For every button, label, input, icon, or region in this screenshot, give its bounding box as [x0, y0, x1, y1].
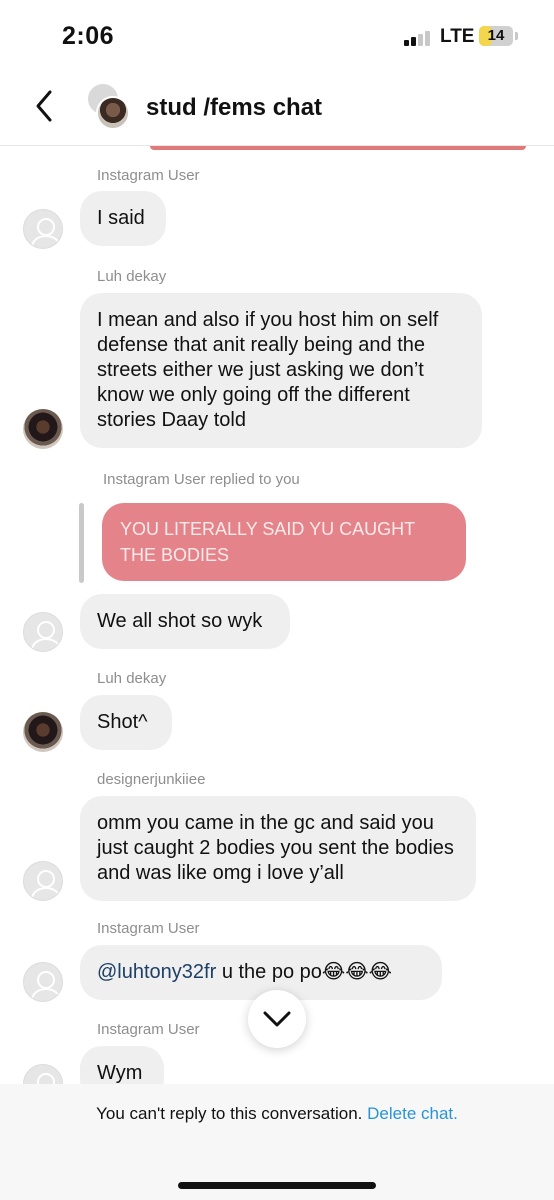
network-label: LTE [440, 26, 475, 47]
group-avatar[interactable] [86, 82, 132, 130]
default-avatar-icon[interactable] [23, 1064, 63, 1084]
quoted-message[interactable]: YOU LITERALLY SAID YU CAUGHT THE BODIES [102, 503, 466, 581]
message-bubble[interactable]: I mean and also if you host him on self … [80, 293, 482, 448]
message-sender: Luh dekay [97, 670, 167, 687]
message-list[interactable]: Instagram User I said Luh dekay I mean a… [0, 147, 554, 1084]
avatar-front [96, 96, 130, 130]
message-sender: Instagram User [97, 167, 200, 184]
notice-text: You can't reply to this conversation. [96, 1104, 363, 1123]
message-bubble[interactable]: I said [80, 191, 166, 246]
message-sender: Luh dekay [97, 268, 167, 285]
message-sender: designerjunkiiee [97, 771, 206, 788]
message-bubble[interactable]: omm you came in the gc and said you just… [80, 796, 476, 901]
chat-header: stud /fems chat [0, 72, 554, 146]
delete-chat-link[interactable]: Delete chat. [367, 1104, 458, 1123]
message-bubble[interactable]: We all shot so wyk [80, 594, 290, 649]
message-bubble[interactable]: Shot^ [80, 695, 172, 750]
default-avatar-icon[interactable] [23, 861, 63, 901]
message-sender: Instagram User [97, 1021, 200, 1038]
reply-label: Instagram User replied to you [103, 471, 300, 488]
avatar[interactable] [23, 712, 63, 752]
chevron-left-icon[interactable] [30, 86, 60, 126]
chat-title[interactable]: stud /fems chat [146, 94, 322, 122]
status-bar: 2:06 LTE 14 [0, 0, 554, 72]
status-time: 2:06 [62, 22, 115, 50]
footer-bar: You can't reply to this conversation. De… [0, 1084, 554, 1200]
footer-notice: You can't reply to this conversation. De… [0, 1104, 554, 1124]
battery-percent: 14 [487, 27, 505, 44]
mention-link[interactable]: @luhtony32fr [97, 961, 216, 983]
message-sender: Instagram User [97, 920, 200, 937]
default-avatar-icon[interactable] [23, 612, 63, 652]
avatar[interactable] [23, 409, 63, 449]
message-bubble[interactable]: Wym [80, 1046, 164, 1084]
battery-tip [515, 32, 518, 40]
home-indicator[interactable] [178, 1182, 376, 1189]
message-text: u the po po😂😂😂 [216, 961, 393, 983]
default-avatar-icon[interactable] [23, 209, 63, 249]
chevron-down-icon [263, 1011, 291, 1027]
scroll-to-bottom-button[interactable] [248, 990, 306, 1048]
default-avatar-icon[interactable] [23, 962, 63, 1002]
signal-icon [404, 30, 434, 46]
reply-indicator [79, 503, 84, 583]
battery-icon: 14 [479, 26, 513, 46]
